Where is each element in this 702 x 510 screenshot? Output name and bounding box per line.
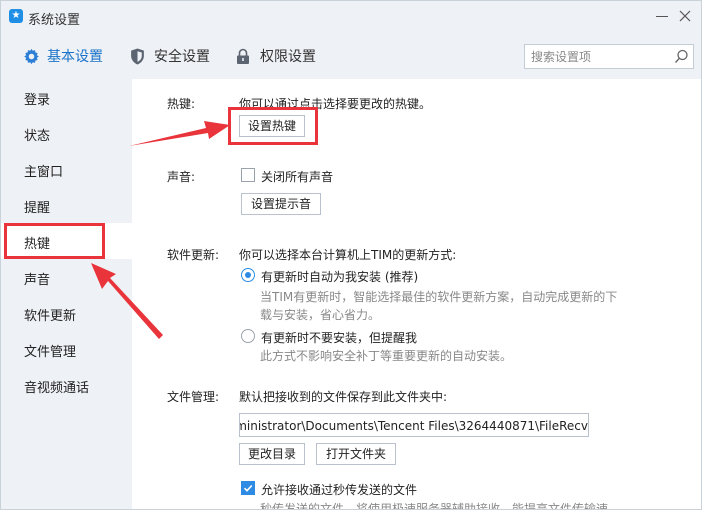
files-description: 默认把接收到的文件保存到此文件夹中: bbox=[239, 390, 448, 404]
sidebar-item-label: 软件更新 bbox=[24, 309, 77, 324]
mute-all-label: 关闭所有声音 bbox=[261, 170, 334, 184]
sidebar-item-main-window[interactable]: 主窗口 bbox=[1, 151, 132, 187]
sidebar-item-label: 音视频通话 bbox=[24, 381, 90, 396]
sidebar-item-sound[interactable]: 声音 bbox=[1, 259, 132, 295]
sidebar-item-reminder[interactable]: 提醒 bbox=[1, 187, 132, 223]
tab-label: 安全设置 bbox=[154, 49, 210, 65]
search-icon[interactable] bbox=[674, 49, 689, 64]
gear-icon bbox=[24, 48, 39, 65]
checkmark-icon bbox=[243, 484, 253, 492]
minimize-button[interactable] bbox=[652, 5, 672, 27]
sidebar-item-status[interactable]: 状态 bbox=[1, 115, 132, 151]
sidebar-item-software-update[interactable]: 软件更新 bbox=[1, 295, 132, 331]
update-section-label: 软件更新: bbox=[167, 248, 220, 262]
mute-all-checkbox[interactable] bbox=[241, 168, 255, 182]
download-path-field[interactable] bbox=[240, 417, 588, 435]
auto-update-radio[interactable] bbox=[241, 268, 255, 282]
manual-update-desc: 此方式不影响安全补丁等重要更新的自动安装。 bbox=[260, 349, 513, 363]
sidebar-item-file-management[interactable]: 文件管理 bbox=[1, 331, 132, 367]
search-input[interactable] bbox=[531, 48, 671, 66]
update-description: 你可以选择本台计算机上TIM的更新方式: bbox=[239, 248, 457, 262]
auto-update-label: 有更新时自动为我安装 (推荐) bbox=[261, 270, 419, 284]
sidebar-item-label: 声音 bbox=[24, 273, 51, 288]
tab-label: 基本设置 bbox=[47, 49, 103, 65]
sound-section-label: 声音: bbox=[167, 170, 196, 184]
auto-update-desc: 当TIM有更新时，智能选择最佳的软件更新方案，自动完成更新的下 bbox=[260, 290, 618, 304]
change-directory-button[interactable]: 更改目录 bbox=[239, 443, 305, 465]
download-path-box bbox=[239, 413, 589, 437]
title-bar: ★ 系统设置 bbox=[1, 1, 701, 34]
sidebar-item-av-call[interactable]: 音视频通话 bbox=[1, 367, 132, 403]
settings-sidebar: 登录 状态 主窗口 提醒 热键 声音 软件更新 文件管理 音视频通话 bbox=[1, 79, 132, 509]
annotation-box-hotkey-sidebar bbox=[4, 223, 105, 259]
tab-label: 权限设置 bbox=[260, 49, 316, 65]
search-box bbox=[524, 44, 694, 69]
sidebar-item-label: 登录 bbox=[24, 93, 51, 108]
files-section-label: 文件管理: bbox=[167, 390, 220, 404]
window-title: 系统设置 bbox=[28, 13, 81, 28]
close-button[interactable] bbox=[675, 5, 695, 27]
settings-tabs: 基本设置 安全设置 权限设置 bbox=[1, 34, 701, 79]
allow-fast-transfer-desc: 秒传发送的文件，将使用极速服务器辅助接收，能提高文件传输速 bbox=[260, 502, 609, 510]
annotation-box-hotkey-button bbox=[228, 107, 318, 145]
sidebar-item-login[interactable]: 登录 bbox=[1, 79, 132, 115]
manual-update-radio[interactable] bbox=[241, 329, 255, 343]
manual-update-label: 有更新时不要安装，但提醒我 bbox=[261, 331, 418, 345]
hotkey-section-label: 热键: bbox=[167, 97, 196, 111]
app-logo-icon: ★ bbox=[9, 9, 23, 23]
allow-fast-transfer-checkbox[interactable] bbox=[241, 481, 255, 495]
sidebar-item-label: 状态 bbox=[24, 129, 51, 144]
open-folder-button[interactable]: 打开文件夹 bbox=[316, 443, 396, 465]
sidebar-item-label: 主窗口 bbox=[24, 165, 64, 180]
allow-fast-transfer-label: 允许接收通过秒传发送的文件 bbox=[261, 483, 418, 497]
sidebar-item-label: 提醒 bbox=[24, 201, 51, 216]
auto-update-desc: 载与安装，省心省力。 bbox=[260, 308, 381, 322]
close-icon bbox=[679, 10, 691, 22]
lock-icon bbox=[237, 48, 249, 64]
shield-icon bbox=[131, 48, 144, 65]
set-notification-sound-button[interactable]: 设置提示音 bbox=[241, 193, 321, 215]
sidebar-item-label: 文件管理 bbox=[24, 345, 77, 360]
settings-content: 热键: 你可以通过点击选择要更改的热键。 设置热键 声音: 关闭所有声音 设置提… bbox=[132, 79, 701, 510]
settings-window: ★ 系统设置 基本设置 安全设置 权限设置 搜索设置项 登录 状态 主窗口 提醒… bbox=[0, 0, 702, 510]
